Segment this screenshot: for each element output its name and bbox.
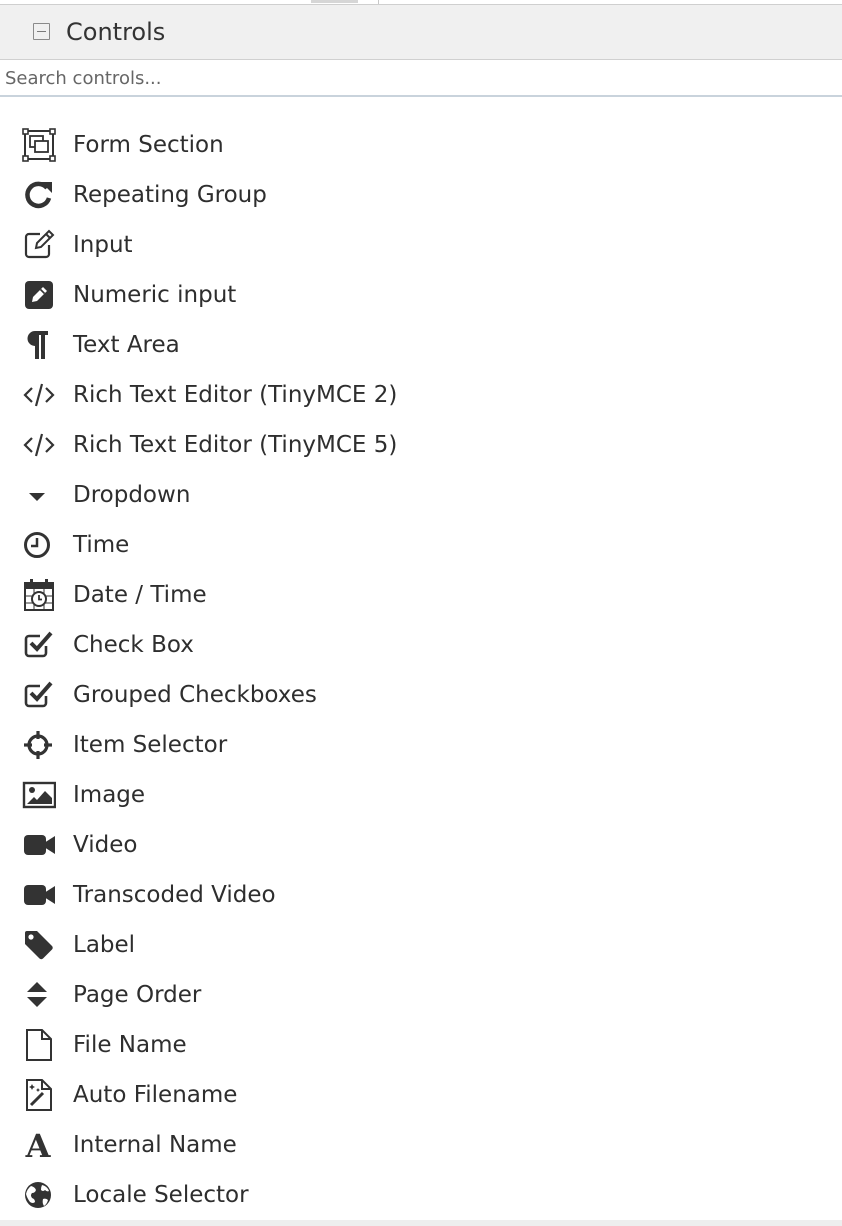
control-label: Video (73, 832, 138, 858)
control-label: Label (73, 932, 136, 958)
control-item-dropdown[interactable]: Dropdown (0, 470, 842, 520)
control-item-file-name[interactable]: File Name (0, 1020, 842, 1070)
control-item-date-time[interactable]: Date / Time (0, 570, 842, 620)
control-label: Form Section (73, 132, 224, 158)
control-label: Image (73, 782, 146, 808)
check-square-icon (22, 678, 56, 712)
control-label: Transcoded Video (73, 882, 276, 908)
control-label: Auto Filename (73, 1082, 238, 1108)
repeat-icon (22, 178, 56, 212)
control-item-video[interactable]: Video (0, 820, 842, 870)
magic-file-icon (22, 1078, 56, 1112)
control-item-transcoded-video[interactable]: Transcoded Video (0, 870, 842, 920)
control-label: Input (73, 232, 133, 258)
check-square-icon (22, 628, 56, 662)
video-camera-icon (22, 828, 56, 862)
control-item-form-section[interactable]: Form Section (0, 120, 842, 170)
control-item-rich-text-2[interactable]: Rich Text Editor (TinyMCE 2) (0, 370, 842, 420)
control-item-text-area[interactable]: Text Area (0, 320, 842, 370)
tag-icon (22, 928, 56, 962)
control-label: Grouped Checkboxes (73, 682, 317, 708)
control-item-page-order[interactable]: Page Order (0, 970, 842, 1020)
globe-icon (22, 1178, 56, 1212)
control-label: Repeating Group (73, 182, 267, 208)
control-item-time[interactable]: Time (0, 520, 842, 570)
panel-title: Controls (66, 18, 166, 46)
control-item-label[interactable]: Label (0, 920, 842, 970)
paragraph-icon (22, 328, 56, 362)
control-label: Check Box (73, 632, 194, 658)
search-input[interactable] (0, 61, 842, 95)
control-item-grouped-checkboxes[interactable]: Grouped Checkboxes (0, 670, 842, 720)
form-section-icon (22, 128, 56, 162)
minus-square-icon[interactable] (33, 23, 50, 40)
calendar-clock-icon (22, 578, 56, 612)
control-label: Item Selector (73, 732, 228, 758)
control-item-repeating-group[interactable]: Repeating Group (0, 170, 842, 220)
control-label: Page Order (73, 982, 202, 1008)
control-label: Internal Name (73, 1132, 237, 1158)
controls-panel-header[interactable]: Controls (0, 5, 842, 60)
control-label: Text Area (73, 332, 180, 358)
file-icon (22, 1028, 56, 1062)
caret-down-icon (22, 478, 56, 512)
edit-icon (22, 228, 56, 262)
control-label: Rich Text Editor (TinyMCE 2) (73, 382, 398, 408)
controls-list: Form Section Repeating Group Input Numer… (0, 120, 842, 1220)
control-item-image[interactable]: Image (0, 770, 842, 820)
panel-footer-strip (0, 1220, 842, 1226)
control-label: Time (73, 532, 130, 558)
control-label: Date / Time (73, 582, 207, 608)
control-item-item-selector[interactable]: Item Selector (0, 720, 842, 770)
tab-divider (378, 0, 379, 4)
control-label: Rich Text Editor (TinyMCE 5) (73, 432, 398, 458)
code-icon (22, 378, 56, 412)
control-item-locale-selector[interactable]: Locale Selector (0, 1170, 842, 1220)
tab-handle[interactable] (311, 0, 358, 3)
control-item-auto-filename[interactable]: Auto Filename (0, 1070, 842, 1120)
video-camera-icon (22, 878, 56, 912)
sort-icon (22, 978, 56, 1012)
control-label: Numeric input (73, 282, 237, 308)
code-icon (22, 428, 56, 462)
control-label: Locale Selector (73, 1182, 249, 1208)
control-item-input[interactable]: Input (0, 220, 842, 270)
control-item-rich-text-5[interactable]: Rich Text Editor (TinyMCE 5) (0, 420, 842, 470)
pencil-square-icon (22, 278, 56, 312)
control-label: Dropdown (73, 482, 191, 508)
svg-text:A: A (25, 1128, 52, 1162)
search-bar (0, 61, 842, 97)
clock-icon (22, 528, 56, 562)
control-item-numeric-input[interactable]: Numeric input (0, 270, 842, 320)
control-label: File Name (73, 1032, 187, 1058)
crosshairs-icon (22, 728, 56, 762)
font-icon: A (22, 1128, 56, 1162)
image-icon (22, 778, 56, 812)
control-item-check-box[interactable]: Check Box (0, 620, 842, 670)
control-item-internal-name[interactable]: A Internal Name (0, 1120, 842, 1170)
